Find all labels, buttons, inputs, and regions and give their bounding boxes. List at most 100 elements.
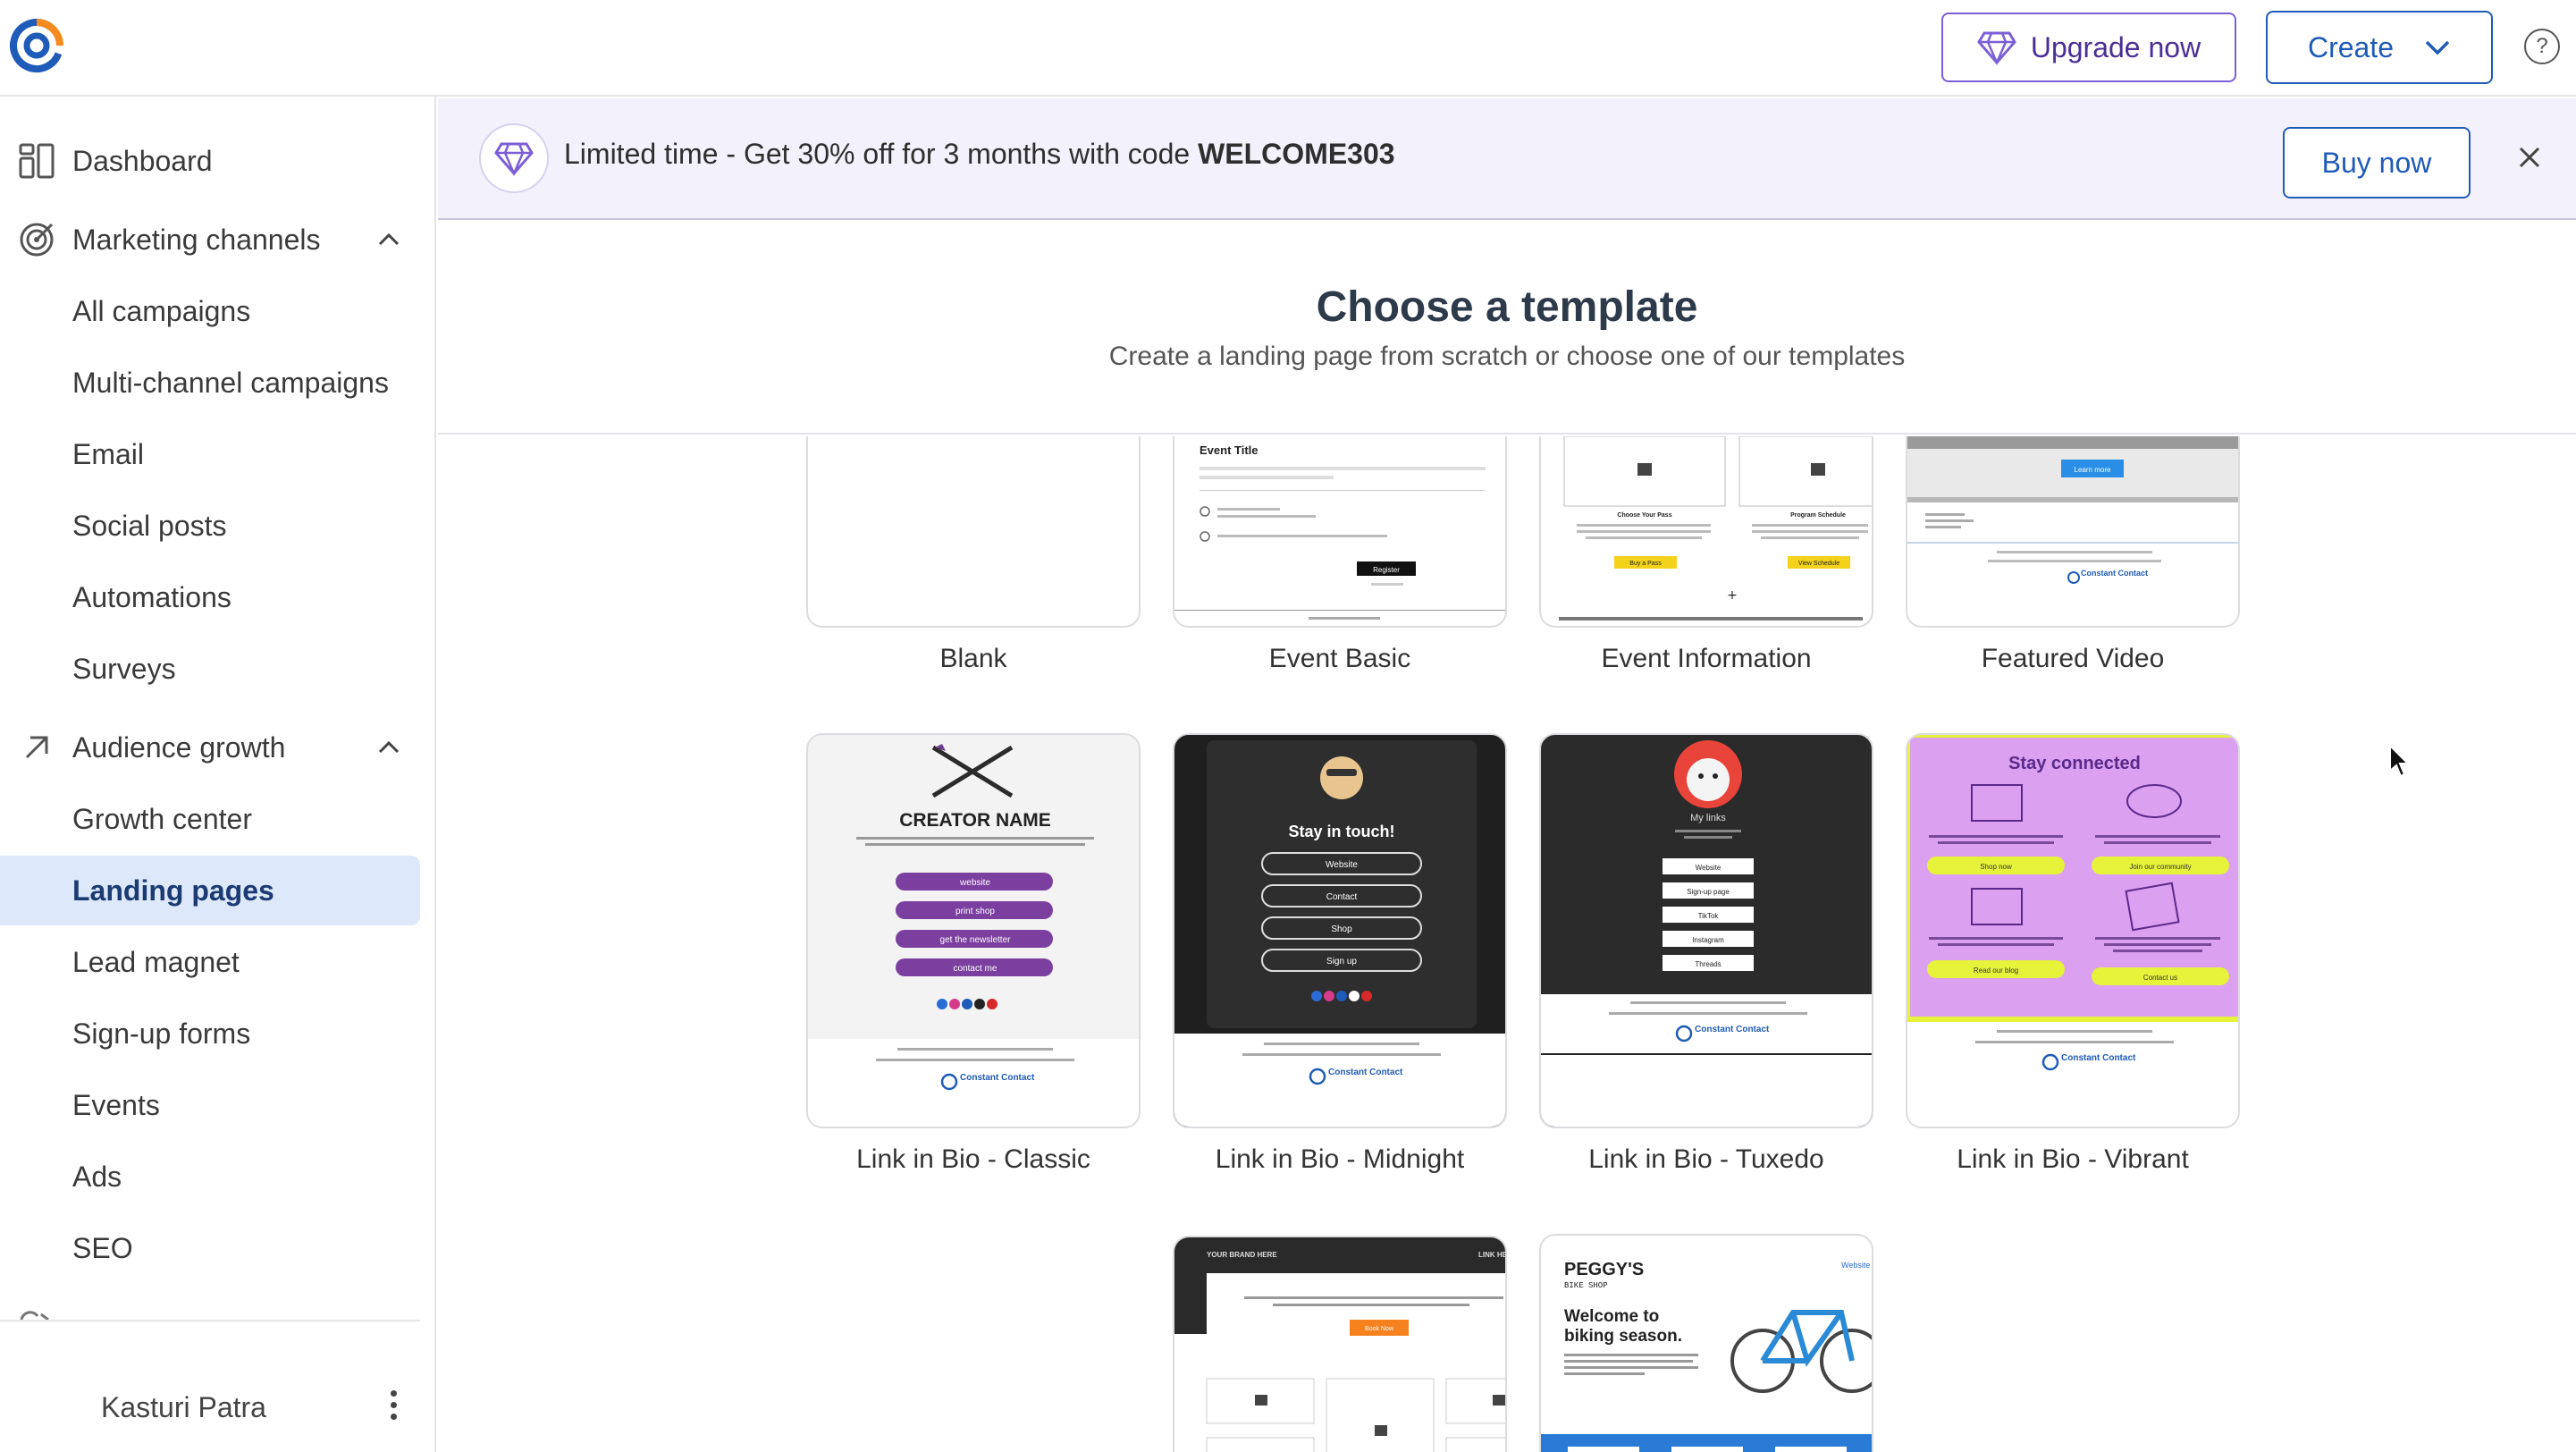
buy-pass-text: Buy a Pass (1629, 561, 1662, 567)
template-card-link-in-bio-midnight[interactable]: Stay in touch! Website Contact Shop Sign… (1173, 733, 1507, 1128)
template-label: Link in Bio - Classic (856, 1144, 1090, 1174)
tuxedo-link-text: Sign-up page (1687, 888, 1730, 896)
sidebar-item-surveys[interactable]: Surveys (0, 634, 420, 704)
sidebar-item-all-campaigns[interactable]: All campaigns (0, 276, 420, 346)
link-in-bio-tuxedo-preview: My links Website Sign-up page TikTok Ins… (1541, 740, 1872, 1127)
sidebar-item-seo[interactable]: SEO (0, 1213, 420, 1283)
brand-text: YOUR BRAND HERE (1207, 1251, 1277, 1259)
tuxedo-heading-text: My links (1690, 813, 1726, 823)
brand-text: Constant Contact (2081, 569, 2148, 578)
page-title: Choose a template (1316, 283, 1698, 331)
template-card-link-in-bio-vibrant[interactable]: Stay connected Shop now Join our communi… (1906, 733, 2240, 1128)
bike-brand-sub-text: BIKE SHOP (1564, 1281, 1608, 1290)
template-label: Link in Bio - Midnight (1215, 1144, 1465, 1174)
bike-nav-text: Website (1841, 1261, 1870, 1270)
sidebar-item-multi-channel-campaigns[interactable]: Multi-channel campaigns (0, 348, 420, 418)
template-label: Event Basic (1268, 644, 1411, 673)
diamond-icon (1976, 31, 2016, 65)
constant-contact-logo-icon[interactable] (7, 16, 66, 75)
vibrant-button-text: Shop now (1980, 863, 2012, 871)
event-info-right-title: Program Schedule (1790, 512, 1846, 519)
help-icon[interactable]: ? (2524, 29, 2560, 64)
more-vertical-icon[interactable] (386, 1388, 400, 1423)
link-in-bio-midnight-preview: Stay in touch! Website Contact Shop Sign… (1174, 740, 1505, 1127)
sidebar-item-ads[interactable]: Ads (0, 1142, 420, 1211)
midnight-heading-text: Stay in touch! (1288, 823, 1394, 840)
create-button[interactable]: Create (2266, 11, 2493, 84)
chevron-up-icon[interactable] (375, 734, 402, 761)
template-card-event-basic[interactable]: Event Title Register (1173, 436, 1507, 628)
promo-code: WELCOME303 (1198, 138, 1395, 170)
close-icon[interactable] (2512, 139, 2547, 175)
svg-text:+: + (1727, 588, 1738, 603)
sidebar-item-events[interactable]: Events (0, 1070, 420, 1140)
sidebar-item-label: Email (72, 437, 145, 470)
buy-now-button[interactable]: Buy now (2283, 127, 2471, 198)
sidebar-item-label: Dashboard (72, 144, 213, 177)
sidebar-item-audience-growth[interactable]: Audience growth (0, 713, 420, 782)
sidebar-item-label: Landing pages (72, 874, 274, 907)
event-title-text: Event Title (1200, 443, 1259, 457)
sidebar-item-sign-up-forms[interactable]: Sign-up forms (0, 999, 420, 1068)
midnight-link-text: Sign up (1326, 957, 1357, 967)
sidebar-item-landing-pages[interactable]: Landing pages (0, 856, 420, 925)
creator-name-text: CREATOR NAME (899, 810, 1051, 831)
template-card-bike-shop[interactable]: PEGGY'S BIKE SHOP Website Welcome to bik… (1539, 1234, 1873, 1452)
arrow-up-right-icon (25, 736, 48, 759)
sidebar-item-social-posts[interactable]: Social posts (0, 491, 420, 561)
template-card-event-information[interactable]: Choose Your Pass Program Schedule Buy a … (1539, 436, 1873, 628)
upgrade-now-button[interactable]: Upgrade now (1941, 13, 2236, 82)
upgrade-now-label: Upgrade now (2030, 30, 2201, 63)
sidebar-divider (0, 1320, 420, 1321)
template-card-photographer[interactable]: YOUR BRAND HERE LINK HE Book Now (1173, 1236, 1507, 1452)
sidebar-item-label: Events (72, 1088, 160, 1121)
template-header: Choose a template Create a landing page … (438, 222, 2576, 435)
sidebar-item-label: Lead magnet (72, 945, 240, 978)
sidebar-item-label: Growth center (72, 802, 252, 835)
target-icon (20, 223, 54, 257)
event-information-preview: Choose Your Pass Program Schedule Buy a … (1559, 436, 1872, 620)
chevron-down-icon (2425, 40, 2450, 55)
template-card-link-in-bio-tuxedo[interactable]: My links Website Sign-up page TikTok Ins… (1539, 733, 1873, 1128)
sidebar-item-lead-magnet[interactable]: Lead magnet (0, 927, 420, 997)
midnight-link-text: Website (1326, 860, 1358, 870)
classic-link-text: print shop (955, 907, 995, 916)
sidebar-item-label: Ads (72, 1160, 122, 1193)
book-now-text: Book Now (1365, 1326, 1394, 1332)
sidebar-item-label: Sign-up forms (72, 1017, 251, 1050)
sidebar-item-label: Automations (72, 580, 232, 613)
page-subtitle: Create a landing page from scratch or ch… (1108, 342, 1906, 371)
tuxedo-link-text: TikTok (1698, 912, 1720, 920)
sidebar-item-label: SEO (72, 1231, 133, 1264)
brand-text: Constant Contact (1328, 1068, 1403, 1077)
sidebar-item-label: Surveys (72, 652, 176, 685)
brand-text: Constant Contact (2061, 1053, 2136, 1063)
sidebar-item-marketing-channels[interactable]: Marketing channels (0, 205, 420, 274)
template-card-link-in-bio-classic[interactable]: CREATOR NAME website print shop get the … (806, 733, 1141, 1128)
event-basic-preview: Event Title Register (1174, 443, 1505, 620)
template-label: Featured Video (1981, 644, 2165, 673)
chevron-up-icon[interactable] (375, 226, 402, 253)
vibrant-heading-text: Stay connected (2008, 754, 2141, 773)
template-card-featured-video[interactable]: Learn more Constant Contact (1906, 436, 2240, 628)
template-label: Blank (939, 644, 1007, 673)
mouse-cursor-icon (2389, 744, 2411, 778)
user-name[interactable]: Kasturi Patra (101, 1391, 266, 1424)
sidebar-item-label: All campaigns (72, 294, 251, 327)
template-label: Link in Bio - Tuxedo (1588, 1144, 1824, 1174)
midnight-link-text: Contact (1326, 892, 1358, 902)
sidebar-item-growth-center[interactable]: Growth center (0, 784, 420, 854)
sidebar-item-dashboard[interactable]: Dashboard (0, 126, 420, 196)
sidebar-item-automations[interactable]: Automations (0, 562, 420, 632)
tuxedo-link-text: Threads (1695, 960, 1721, 968)
sidebar-item-label: Marketing channels (72, 223, 321, 256)
template-card-blank[interactable] (806, 436, 1141, 628)
app-root: Upgrade now Create ? Dashboard Marketing… (0, 0, 2576, 1452)
classic-link-text: website (959, 878, 990, 888)
top-bar: Upgrade now Create ? (0, 0, 2576, 97)
view-schedule-text: View Schedule (1798, 561, 1839, 567)
brand-text: Constant Contact (1695, 1025, 1770, 1034)
sidebar-item-email[interactable]: Email (0, 419, 420, 489)
promo-badge (479, 123, 549, 193)
vibrant-button-text: Read our blog (1974, 967, 2018, 975)
